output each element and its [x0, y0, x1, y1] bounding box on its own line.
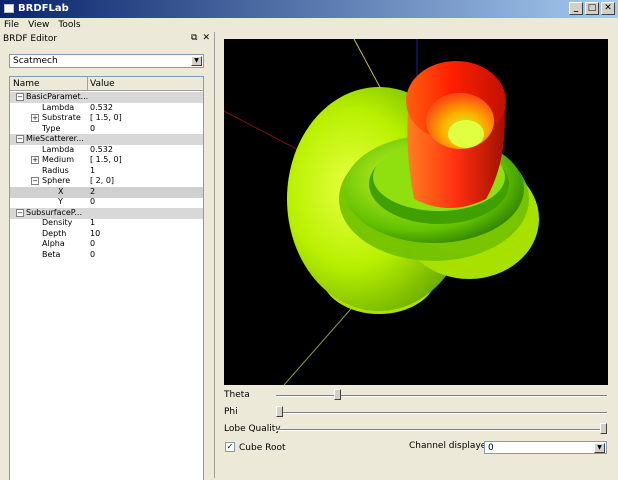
- brdf-lobe-render: [224, 39, 539, 385]
- tree-row-label: Type: [42, 123, 61, 133]
- theta-slider-handle[interactable]: [334, 389, 342, 400]
- tree-row-label: Medium: [42, 155, 74, 164]
- tree-row-value[interactable]: 2: [90, 187, 95, 196]
- tree-row-label: Lambda: [42, 144, 75, 154]
- tree-row-value[interactable]: 1: [90, 166, 95, 175]
- collapse-icon[interactable]: −: [16, 135, 24, 143]
- tree-row[interactable]: Radius 1: [10, 166, 203, 177]
- tree-row-value[interactable]: 0: [90, 197, 95, 206]
- tree-row-label: SubsurfaceP...: [26, 207, 82, 217]
- tree-row-value[interactable]: 10: [90, 229, 100, 238]
- tree-row[interactable]: − Sphere [ 2, 0]: [10, 176, 203, 187]
- tree-row-value[interactable]: 0: [90, 239, 95, 248]
- cube-root-label: Cube Root: [239, 443, 286, 453]
- brdf-3d-viewport[interactable]: [224, 39, 608, 385]
- cube-root-checkbox[interactable]: ✓: [225, 442, 235, 452]
- tree-row-label: Depth: [42, 228, 67, 238]
- tree-row-value[interactable]: [ 2, 0]: [90, 176, 114, 185]
- tree-row-value[interactable]: 0.532: [90, 103, 113, 112]
- menu-bar: File View Tools: [0, 18, 618, 32]
- tree-row[interactable]: Depth 10: [10, 229, 203, 240]
- tree-header: Name Value: [10, 77, 203, 91]
- tree-row-label: Substrate: [42, 113, 81, 122]
- window-title: BRDFLab: [18, 3, 69, 14]
- collapse-icon[interactable]: −: [16, 208, 24, 217]
- tree-group-row[interactable]: − SubsurfaceP...: [10, 207, 203, 219]
- tree-row-label: Alpha: [42, 239, 65, 248]
- column-header-name[interactable]: Name: [13, 79, 40, 89]
- tree-row[interactable]: Type 0: [10, 124, 203, 135]
- tree-row-label: BasicParamet...: [26, 92, 89, 101]
- menu-file[interactable]: File: [4, 20, 19, 30]
- channel-displayed-label: Channel displayed:: [409, 441, 496, 451]
- dock-float-button[interactable]: ⧉: [191, 33, 197, 43]
- dock-title: BRDF Editor: [3, 34, 58, 44]
- tree-row[interactable]: Alpha 0: [10, 239, 203, 250]
- tree-row-label: X: [58, 186, 64, 196]
- lobe-quality-slider-track[interactable]: [276, 429, 607, 431]
- app-icon: [4, 4, 14, 13]
- model-select-value: Scatmech: [13, 56, 58, 66]
- dock-close-button[interactable]: ✕: [202, 33, 210, 43]
- channel-select[interactable]: 0 ▼: [484, 441, 607, 454]
- maximize-button[interactable]: □: [585, 2, 599, 15]
- tree-row-label: Beta: [42, 249, 61, 259]
- menu-tools[interactable]: Tools: [58, 20, 80, 30]
- check-icon: ✓: [226, 442, 234, 451]
- tree-row-value[interactable]: [ 1.5, 0]: [90, 113, 122, 122]
- tree-row[interactable]: Lambda 0.532: [10, 103, 203, 114]
- tree-row[interactable]: + Medium [ 1.5, 0]: [10, 155, 203, 166]
- chevron-down-icon[interactable]: ▼: [594, 443, 605, 453]
- tree-row[interactable]: Beta 0: [10, 250, 203, 261]
- minimize-button[interactable]: _: [569, 2, 583, 15]
- menu-view[interactable]: View: [28, 20, 49, 30]
- tree-row-value[interactable]: 0: [90, 250, 95, 259]
- expand-icon[interactable]: +: [31, 156, 39, 164]
- phi-slider-track[interactable]: [276, 412, 607, 414]
- tree-group-row[interactable]: − MieScatterer...: [10, 134, 203, 145]
- model-select[interactable]: Scatmech ▼: [9, 54, 204, 68]
- phi-slider-handle[interactable]: [276, 406, 283, 417]
- tree-row-value[interactable]: [ 1.5, 0]: [90, 155, 122, 164]
- tree-row-label: Y: [58, 197, 63, 206]
- tree-row[interactable]: Density 1: [10, 218, 203, 229]
- tree-row-value[interactable]: 0.532: [90, 145, 113, 154]
- theta-label: Theta: [224, 390, 250, 400]
- tree-row-value[interactable]: 1: [90, 218, 95, 227]
- tree-row[interactable]: Lambda 0.532: [10, 145, 203, 156]
- tree-row[interactable]: X2: [10, 186, 203, 198]
- column-header-value[interactable]: Value: [90, 79, 115, 89]
- chevron-down-icon[interactable]: ▼: [191, 56, 202, 66]
- channel-select-value: 0: [488, 443, 494, 453]
- phi-label: Phi: [224, 407, 238, 417]
- lobe-quality-label: Lobe Quality: [224, 424, 281, 434]
- theta-slider-track[interactable]: [276, 395, 607, 397]
- title-bar: BRDFLab _ □ ✕: [0, 0, 618, 18]
- tree-row-label: Density: [42, 218, 73, 227]
- brdf-editor-dock: BRDF Editor ⧉ ✕ Scatmech ▼ Name Value − B…: [0, 32, 215, 480]
- tree-row-label: Lambda: [42, 102, 75, 112]
- tree-row-value[interactable]: 0: [90, 124, 95, 133]
- tree-row[interactable]: Y0: [10, 197, 203, 208]
- lobe-quality-slider-handle[interactable]: [600, 423, 607, 434]
- property-tree[interactable]: Name Value − BasicParamet... Lambda 0.532 + S…: [9, 76, 204, 480]
- tree-row-label: Radius: [42, 165, 69, 175]
- tree-group-row[interactable]: − BasicParamet...: [10, 92, 203, 103]
- expand-icon[interactable]: +: [31, 114, 39, 122]
- collapse-icon[interactable]: −: [31, 177, 39, 185]
- close-button[interactable]: ✕: [601, 2, 615, 15]
- tree-row-label: MieScatterer...: [26, 134, 84, 143]
- tree-row-label: Sphere: [42, 176, 71, 185]
- collapse-icon[interactable]: −: [16, 93, 24, 101]
- tree-row[interactable]: + Substrate [ 1.5, 0]: [10, 113, 203, 124]
